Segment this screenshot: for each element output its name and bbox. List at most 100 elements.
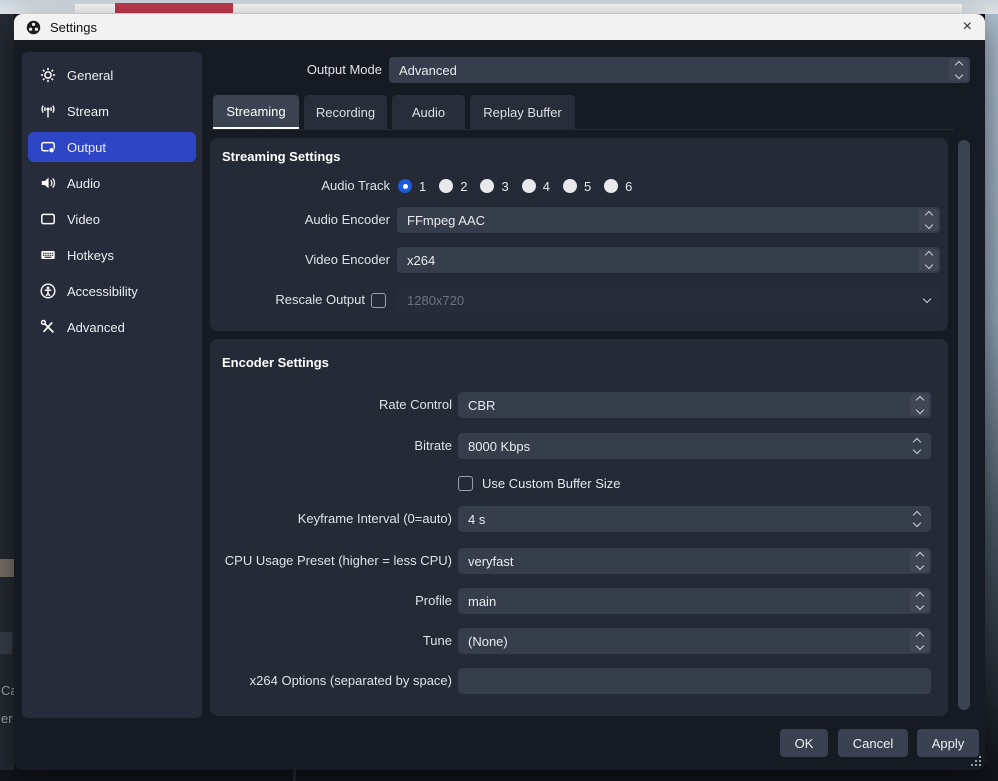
vertical-scrollbar[interactable] (958, 140, 970, 710)
audio-track-radio-1[interactable] (398, 179, 412, 193)
output-mode-select[interactable]: Advanced (389, 57, 970, 83)
titlebar[interactable]: Settings × (14, 14, 985, 40)
settings-dialog: Settings × General Stream Output Au (14, 14, 985, 770)
video-encoder-label: Video Encoder (210, 251, 390, 269)
keyframe-interval-spinbox[interactable]: 4 s (458, 506, 931, 532)
spin-down-icon[interactable] (913, 446, 921, 454)
apply-button[interactable]: Apply (917, 729, 979, 757)
tab-label: Replay Buffer (483, 105, 562, 120)
sidebar-item-label: Output (67, 140, 106, 155)
close-button[interactable]: × (963, 14, 972, 40)
sidebar-item-label: Audio (67, 176, 100, 191)
chevron-up-icon (924, 251, 932, 259)
panel-title: Encoder Settings (222, 355, 329, 370)
chevron-down-icon (924, 221, 932, 229)
stream-icon (40, 103, 56, 119)
radio-label: 6 (625, 179, 632, 194)
x264-options-input[interactable] (458, 668, 931, 694)
tabs-separator (210, 129, 954, 130)
chevron-down-icon (915, 406, 923, 414)
audio-track-radio-6[interactable] (604, 179, 618, 193)
chevron-down-icon (915, 602, 923, 610)
radio-label: 1 (419, 179, 426, 194)
panel-title: Streaming Settings (222, 149, 340, 164)
sidebar-item-accessibility[interactable]: Accessibility (28, 276, 196, 306)
video-encoder-value: x264 (407, 253, 435, 268)
tab-label: Audio (412, 105, 445, 120)
background-bottom-strip (0, 770, 998, 781)
rate-control-label: Rate Control (210, 396, 452, 414)
rescale-output-checkbox[interactable] (371, 293, 386, 308)
background-artifact (0, 632, 12, 654)
chevron-up-icon (915, 632, 923, 640)
encoder-settings-panel: Encoder Settings Rate Control CBR Bitrat… (210, 339, 948, 716)
window-title: Settings (50, 20, 97, 35)
tab-replay-buffer[interactable]: Replay Buffer (470, 95, 575, 129)
spin-down-icon[interactable] (913, 519, 921, 527)
sidebar-item-video[interactable]: Video (28, 204, 196, 234)
ok-button[interactable]: OK (780, 729, 828, 757)
audio-track-radio-5[interactable] (563, 179, 577, 193)
bitrate-label: Bitrate (210, 437, 452, 455)
dropdown-spinner (919, 209, 938, 231)
radio-label: 3 (501, 179, 508, 194)
background-right-strip (985, 14, 998, 770)
sidebar-item-output[interactable]: Output (28, 132, 196, 162)
video-encoder-select[interactable]: x264 (397, 247, 940, 273)
bitrate-spinbox[interactable]: 8000 Kbps (458, 433, 931, 459)
resize-grip[interactable] (971, 756, 982, 767)
output-mode-value: Advanced (399, 63, 457, 78)
sidebar-item-hotkeys[interactable]: Hotkeys (28, 240, 196, 270)
tune-label: Tune (210, 632, 452, 650)
accessibility-icon (40, 283, 56, 299)
sidebar-item-general[interactable]: General (28, 60, 196, 90)
background-divider (293, 770, 296, 781)
sidebar-item-label: General (67, 68, 113, 83)
audio-track-radio-3[interactable] (480, 179, 494, 193)
sidebar-item-audio[interactable]: Audio (28, 168, 196, 198)
output-mode-label: Output Mode (252, 61, 382, 79)
chevron-up-icon (915, 592, 923, 600)
cpu-usage-preset-select[interactable]: veryfast (458, 548, 931, 574)
tab-recording[interactable]: Recording (304, 95, 387, 129)
x264-options-label: x264 Options (separated by space) (210, 672, 452, 690)
use-custom-buffer-size-checkbox[interactable] (458, 476, 473, 491)
rate-control-value: CBR (468, 398, 495, 413)
sidebar-item-advanced[interactable]: Advanced (28, 312, 196, 342)
use-custom-buffer-size-label: Use Custom Buffer Size (482, 475, 620, 493)
chevron-up-icon (915, 396, 923, 404)
cpu-usage-preset-value: veryfast (468, 554, 514, 569)
chevron-down-icon (923, 295, 931, 303)
hotkeys-icon (40, 247, 56, 263)
cancel-button[interactable]: Cancel (838, 729, 908, 757)
rate-control-select[interactable]: CBR (458, 392, 931, 418)
streaming-settings-panel: Streaming Settings Audio Track 1 2 3 4 5… (210, 138, 948, 331)
tune-select[interactable]: (None) (458, 628, 931, 654)
tab-streaming[interactable]: Streaming (213, 95, 299, 129)
bitrate-value: 8000 Kbps (468, 439, 530, 454)
rescale-output-label: Rescale Output (210, 291, 365, 309)
dropdown-spinner (910, 630, 929, 652)
tune-value: (None) (468, 634, 508, 649)
background-text-fragment: Ca (1, 684, 14, 698)
tab-audio[interactable]: Audio (392, 95, 465, 129)
audio-icon (40, 175, 56, 191)
profile-select[interactable]: main (458, 588, 931, 614)
obs-logo-icon (26, 20, 41, 35)
sidebar: General Stream Output Audio Video (22, 52, 202, 718)
background-red-bar (115, 3, 233, 13)
audio-encoder-select[interactable]: FFmpeg AAC (397, 207, 940, 233)
dropdown-spinner (910, 590, 929, 612)
dropdown-spinner (919, 249, 938, 271)
radio-label: 2 (460, 179, 467, 194)
sidebar-item-stream[interactable]: Stream (28, 96, 196, 126)
gear-icon (40, 67, 56, 83)
audio-track-radio-2[interactable] (439, 179, 453, 193)
video-icon (40, 211, 56, 227)
audio-track-radio-4[interactable] (522, 179, 536, 193)
sidebar-item-label: Accessibility (67, 284, 138, 299)
keyframe-interval-label: Keyframe Interval (0=auto) (210, 510, 452, 528)
radio-label: 4 (543, 179, 550, 194)
tab-label: Streaming (226, 104, 285, 119)
chevron-down-icon (915, 562, 923, 570)
